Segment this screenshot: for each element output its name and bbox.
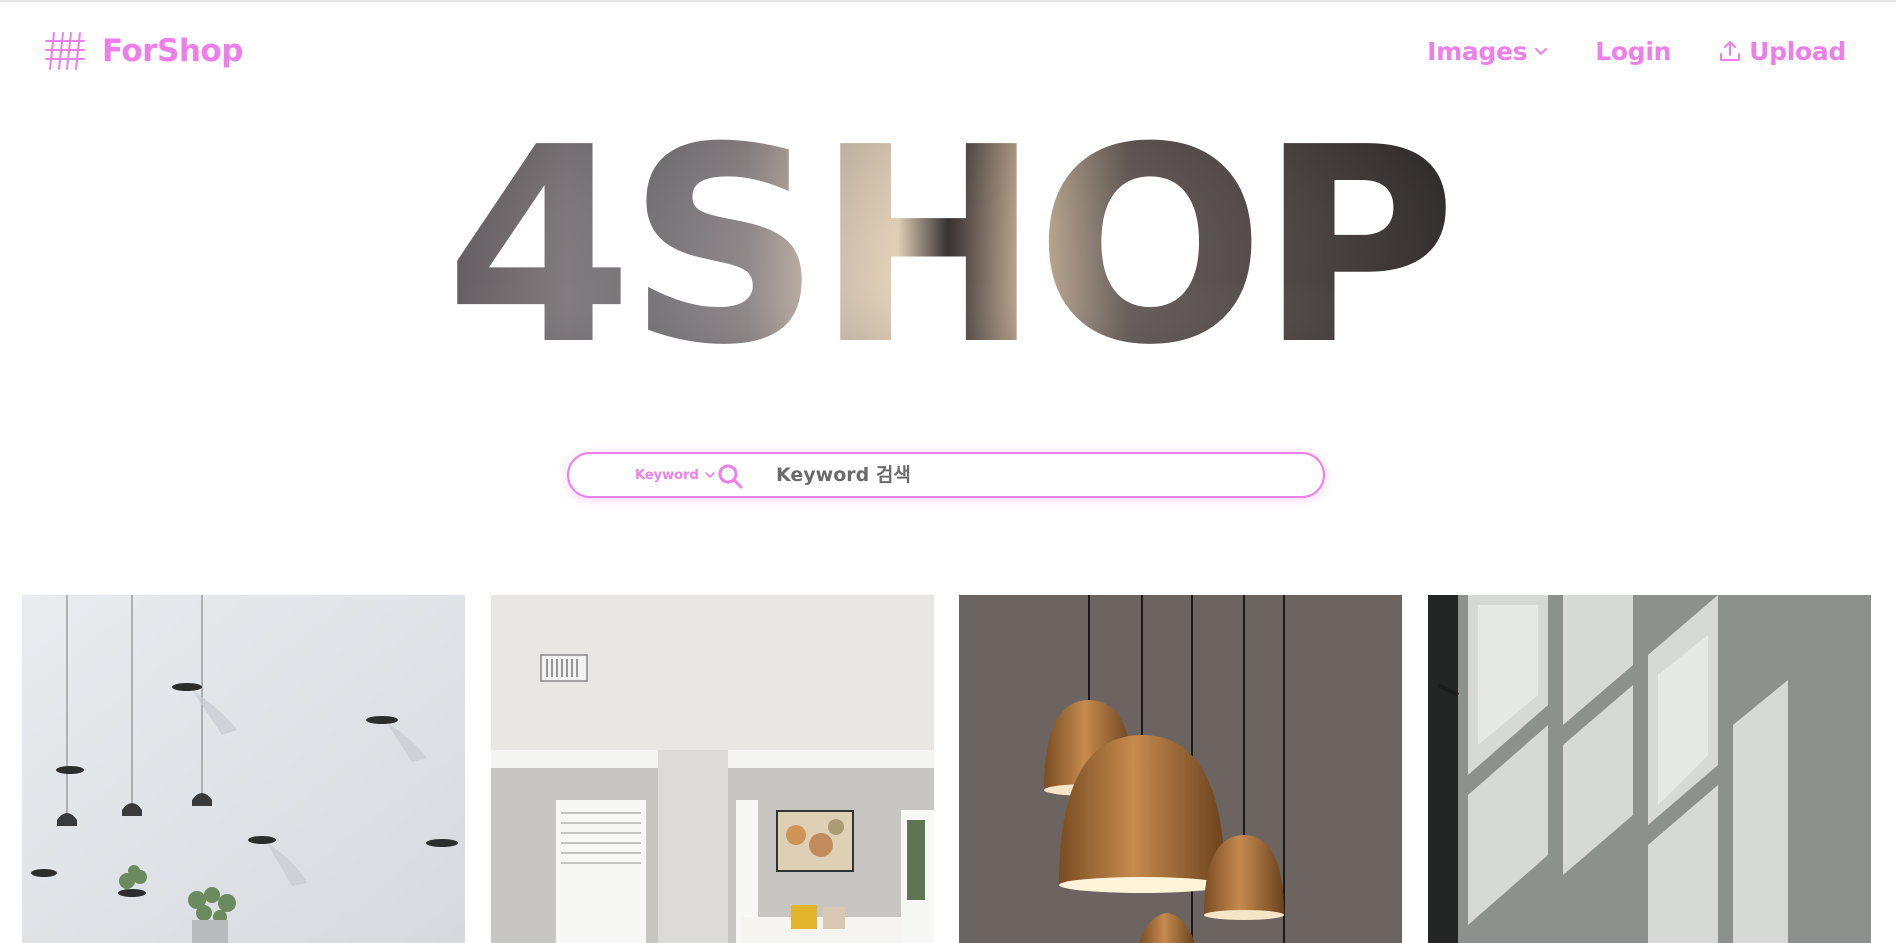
search-icon[interactable]	[717, 463, 743, 489]
search-type-label: Keyword	[635, 467, 699, 483]
search-type-dropdown[interactable]: Keyword	[635, 454, 716, 496]
brand-name: ForShop	[102, 33, 243, 69]
nav-upload-link[interactable]: Upload	[1717, 37, 1846, 66]
gallery-photo	[959, 595, 1402, 943]
gallery-image-copper-lamps[interactable]	[959, 595, 1402, 943]
nav-images-dropdown[interactable]: Images	[1427, 37, 1549, 66]
site-header: ForShop Images Login Upload	[0, 0, 1896, 100]
gallery-photo	[491, 595, 934, 943]
hero-title-graphic: 4SHOP 4SHOP	[445, 100, 1457, 400]
gallery-image-lamps-shelves[interactable]	[22, 595, 465, 943]
main-nav: Images Login Upload	[1427, 30, 1846, 72]
hero-title-shade: 4SHOP	[445, 100, 1451, 400]
nav-images-label: Images	[1427, 36, 1528, 66]
brand-logo-link[interactable]: ForShop	[44, 30, 243, 72]
search-input[interactable]	[776, 457, 1296, 493]
nav-upload-label: Upload	[1749, 36, 1846, 66]
hashtag-grid-icon	[45, 32, 85, 70]
nav-login-link[interactable]: Login	[1595, 37, 1671, 66]
hero-banner: 4SHOP 4SHOP	[0, 100, 1896, 400]
nav-login-label: Login	[1595, 36, 1672, 66]
search-bar: Keyword	[567, 452, 1325, 498]
gallery-photo	[22, 595, 465, 943]
upload-icon	[1720, 41, 1741, 61]
gallery-photo	[1428, 595, 1871, 943]
image-gallery	[22, 595, 1872, 943]
gallery-image-living-room[interactable]	[491, 595, 934, 943]
gallery-image-window-shadow[interactable]	[1428, 595, 1871, 943]
chevron-down-icon	[704, 472, 715, 478]
chevron-down-icon	[1535, 48, 1548, 55]
